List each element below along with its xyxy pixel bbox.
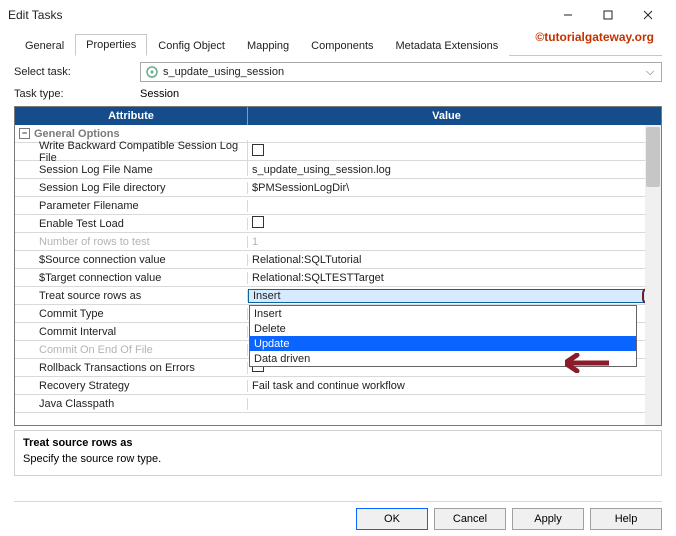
column-header-attribute[interactable]: Attribute [15,107,248,125]
maximize-button[interactable] [588,1,628,29]
tab-mapping[interactable]: Mapping [236,35,300,56]
tab-properties[interactable]: Properties [75,34,147,56]
description-panel: Treat source rows as Specify the source … [14,430,662,476]
collapse-icon[interactable]: − [19,128,30,139]
table-row: $Target connection valueRelational:SQLTE… [15,269,661,287]
dropdown-option[interactable]: Delete [250,321,636,336]
vertical-scrollbar[interactable] [645,125,661,425]
select-task-combobox[interactable]: s_update_using_session ⌵ [140,62,662,82]
table-row: Recovery StrategyFail task and continue … [15,377,661,395]
chevron-down-icon: ⌵ [643,66,657,79]
tab-components[interactable]: Components [300,35,384,56]
table-row-dropdown-active: Treat source rows as Insert [15,287,661,305]
help-button[interactable]: Help [590,508,662,530]
grid-body: −General Options Write Backward Compatib… [15,125,661,425]
text-cell[interactable]: $PMSessionLogDir\ [248,182,661,194]
task-type-label: Task type: [14,88,140,100]
table-row: Session Log File Names_update_using_sess… [15,161,661,179]
titlebar: Edit Tasks [0,0,676,30]
table-row: Number of rows to test1 [15,233,661,251]
apply-button[interactable]: Apply [512,508,584,530]
text-cell: 1 [248,236,661,248]
ok-button[interactable]: OK [356,508,428,530]
tab-general[interactable]: General [14,35,75,56]
text-cell[interactable]: s_update_using_session.log [248,164,661,176]
table-row: Write Backward Compatible Session Log Fi… [15,143,661,161]
checkbox-cell[interactable] [248,216,661,231]
checkbox-cell[interactable] [248,144,661,159]
minimize-button[interactable] [548,1,588,29]
dropdown-option[interactable]: Insert [250,306,636,321]
column-header-value[interactable]: Value [248,107,645,125]
dropdown-option-selected[interactable]: Update [250,336,636,351]
properties-grid: Attribute Value −General Options Write B… [14,106,662,426]
table-row: $Source connection valueRelational:SQLTu… [15,251,661,269]
session-icon [145,65,159,79]
branding-watermark: ©tutorialgateway.org [535,30,654,44]
window-title: Edit Tasks [8,8,548,22]
checkbox-icon [252,216,264,228]
annotation-arrow-icon [565,353,609,373]
description-text: Specify the source row type. [23,453,653,465]
select-task-label: Select task: [14,66,140,78]
grid-header: Attribute Value [15,107,661,125]
table-row: Session Log File directory$PMSessionLogD… [15,179,661,197]
tab-metadata-extensions[interactable]: Metadata Extensions [385,35,510,56]
dropdown-cell[interactable]: Insert [248,289,661,303]
checkbox-icon [252,144,264,156]
select-task-value: s_update_using_session [163,66,643,78]
scrollbar-thumb[interactable] [646,127,660,187]
table-row: Parameter Filename [15,197,661,215]
table-row: Java Classpath [15,395,661,413]
text-cell[interactable]: Relational:SQLTESTTarget [248,272,661,284]
select-task-row: Select task: s_update_using_session ⌵ [14,62,662,82]
tab-config-object[interactable]: Config Object [147,35,236,56]
close-button[interactable] [628,1,668,29]
description-title: Treat source rows as [23,437,653,449]
cancel-button[interactable]: Cancel [434,508,506,530]
table-row: Enable Test Load [15,215,661,233]
text-cell[interactable]: Relational:SQLTutorial [248,254,661,266]
text-cell[interactable]: Fail task and continue workflow [248,380,661,392]
task-type-row: Task type: Session [14,88,662,100]
task-type-value: Session [140,88,662,100]
button-bar: OK Cancel Apply Help [14,501,662,530]
